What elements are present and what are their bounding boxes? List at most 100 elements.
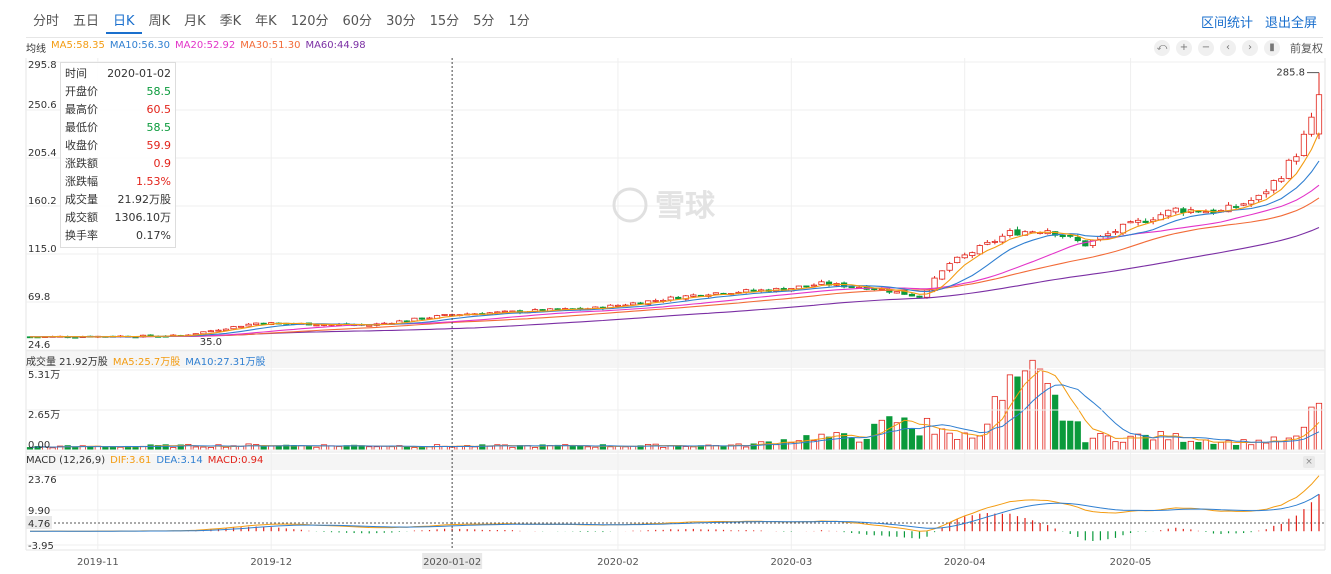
volume-bar — [1150, 439, 1157, 451]
x-tick-label: 2020-04 — [944, 557, 986, 568]
candle-body — [1127, 221, 1134, 224]
close-macd-icon[interactable]: × — [1303, 456, 1315, 468]
candle-body — [803, 285, 810, 288]
volume-bar — [818, 433, 825, 451]
candle-body — [366, 324, 373, 327]
candle-body — [1074, 236, 1081, 242]
low-marker-label: 35.0 — [200, 337, 222, 348]
candle-body — [1255, 194, 1262, 201]
price-tick-label: 250.6 — [28, 100, 57, 111]
volume-bar — [780, 439, 787, 451]
volume-bar — [1052, 394, 1059, 451]
price-tick-label: 295.8 — [28, 60, 57, 71]
volume-bar — [938, 428, 946, 451]
volume-bar — [848, 437, 855, 451]
candle-body — [743, 289, 750, 293]
candle-body — [207, 330, 215, 333]
volume-bar — [1217, 441, 1225, 451]
candle-body — [810, 284, 818, 287]
candle-body — [1300, 133, 1308, 156]
volume-bar — [923, 417, 931, 451]
volume-bar — [147, 444, 154, 451]
info-value: 0.17% — [136, 229, 171, 242]
volume-bar — [758, 441, 765, 451]
volume-bar — [1067, 420, 1074, 451]
candle-body — [418, 317, 426, 320]
candle-body — [954, 256, 961, 264]
info-key: 涨跌额 — [65, 157, 98, 170]
candle-body — [1104, 233, 1112, 237]
kline-chart[interactable]: 295.8 250.6 205.4 160.2 115.0 69.8 24.6 2019-11… — [0, 0, 1331, 574]
volume-bar — [916, 435, 923, 451]
price-tick-label: 160.2 — [28, 196, 57, 207]
candle-body — [848, 286, 855, 289]
volume-bar — [984, 423, 991, 451]
volume-bar — [886, 416, 893, 451]
volume-legend-item-1: MA10:27.31万股 — [185, 357, 266, 368]
high-marker-label: 285.8 — [1276, 68, 1305, 79]
volume-bar — [245, 443, 252, 451]
volume-bar — [109, 446, 117, 451]
x-tick-label: 2019-11 — [77, 557, 119, 568]
info-key: 收盘价 — [65, 139, 98, 152]
candle-body — [652, 300, 659, 302]
candle-body — [984, 241, 991, 245]
candle-body — [1285, 159, 1292, 179]
volume-bar — [825, 436, 833, 451]
candle-body — [1172, 207, 1179, 213]
info-row: 成交量 21.92万股 — [65, 191, 171, 209]
price-tick-label: 24.6 — [28, 340, 50, 351]
candle-body — [629, 302, 637, 306]
info-value: 59.9 — [146, 139, 172, 152]
volume-bar — [1180, 441, 1187, 451]
candle-body — [1232, 206, 1240, 208]
info-row: 时间 2020-01-02 — [65, 65, 171, 83]
volume-tick-label: 5.31万 — [28, 370, 60, 381]
volume-bar — [268, 445, 275, 451]
candle-body — [245, 323, 252, 327]
volume-bar — [878, 419, 885, 451]
volume-bar — [1112, 441, 1119, 451]
candle-body — [969, 252, 976, 256]
macd-legend-item-0: DIF:3.61 — [110, 455, 152, 466]
volume-ma5-line — [29, 369, 1320, 448]
candle-body — [1059, 234, 1066, 238]
x-tick-label: 2020-01-02 — [423, 557, 481, 568]
price-tick-label: 115.0 — [28, 244, 57, 255]
ma60-line — [29, 226, 1320, 338]
macd-tick-label: -3.95 — [28, 541, 54, 552]
volume-bar — [577, 445, 584, 451]
volume-bar — [1059, 420, 1066, 451]
watermark-logo-icon — [612, 187, 648, 223]
volume-bar — [305, 446, 313, 451]
volume-bar — [1202, 439, 1210, 451]
info-value: 1.53% — [136, 175, 171, 188]
candle-body — [1202, 211, 1210, 214]
info-key: 成交量 — [65, 193, 98, 206]
volume-legend-item-0: MA5:25.7万股 — [112, 357, 181, 368]
volume-bar — [237, 445, 245, 451]
volume-bar — [1195, 441, 1202, 451]
candle-body — [1315, 94, 1323, 135]
info-value: 0.9 — [153, 157, 172, 170]
volume-bar — [863, 438, 870, 451]
volume-bar — [1263, 442, 1270, 451]
volume-bar — [1029, 359, 1036, 451]
volume-bar — [893, 422, 900, 451]
candle-body — [501, 310, 508, 313]
volume-bar — [1104, 435, 1112, 451]
candle-body — [200, 331, 207, 335]
candle-body — [1006, 230, 1014, 236]
macd-legend-title: MACD (12,26,9) — [26, 455, 106, 466]
candle-body — [893, 291, 900, 294]
candle-body — [441, 314, 448, 316]
volume-bar — [946, 432, 953, 451]
volume-bar — [645, 443, 652, 451]
watermark-text: 雪球 — [655, 189, 716, 224]
ohlc-info-panel: 时间 2020-01-02 开盘价 58.5 最高价 60.5 最低价 58.5 收盘价 59.9… — [60, 62, 176, 248]
info-row: 收盘价 59.9 — [65, 137, 171, 155]
volume-bar — [1248, 444, 1255, 451]
volume-bar — [479, 444, 486, 451]
volume-bar — [1119, 441, 1127, 451]
candle-body — [991, 241, 998, 243]
